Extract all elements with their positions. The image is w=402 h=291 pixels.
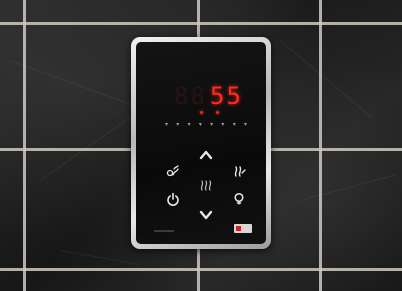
marble-vein	[299, 174, 397, 201]
tile-grout-line	[23, 0, 26, 291]
up-button[interactable]	[197, 146, 215, 164]
indicator-symbol: ▾	[165, 121, 169, 128]
indicator-symbol: ▾	[243, 121, 247, 128]
active-indicator-dots	[194, 111, 234, 115]
fan-button[interactable]	[164, 162, 182, 180]
tile-grout-line	[0, 22, 402, 25]
light-button[interactable]	[230, 190, 248, 208]
down-button[interactable]	[197, 206, 215, 224]
tile-grout-line	[0, 268, 402, 271]
chevron-up-icon	[199, 150, 213, 160]
temperature-readout: 55	[210, 82, 243, 110]
indicator-symbol: ▾	[187, 121, 191, 128]
indicator-symbol: ▾	[221, 121, 225, 128]
sauna-control-panel: 88 55 ▾ ▾ ▾ ▾ ▾ ▾ ▾ ▾	[131, 37, 271, 249]
heat-button[interactable]	[230, 162, 248, 180]
control-panel-face: 88 55 ▾ ▾ ▾ ▾ ▾ ▾ ▾ ▾	[136, 42, 266, 244]
indicator-symbol: ▾	[176, 121, 180, 128]
indicator-symbol: ▾	[198, 121, 202, 128]
inactive-digits: 88	[174, 82, 207, 110]
steam-icon	[200, 180, 212, 191]
status-indicator-row: ▾ ▾ ▾ ▾ ▾ ▾ ▾ ▾	[165, 121, 247, 129]
marble-vein	[9, 60, 142, 109]
indicator-symbol: ▾	[210, 121, 214, 128]
steam-button[interactable]	[197, 176, 215, 194]
chevron-down-icon	[199, 210, 213, 220]
power-button[interactable]	[164, 190, 182, 208]
brand-logo	[234, 224, 252, 233]
light-bulb-icon	[234, 192, 244, 205]
model-label	[154, 230, 174, 232]
indicator-symbol: ▾	[232, 121, 236, 128]
fan-icon	[166, 165, 179, 177]
power-icon	[167, 192, 179, 206]
tile-grout-line	[319, 0, 322, 291]
marble-vein	[279, 40, 373, 119]
marble-vein	[59, 250, 139, 265]
indicator-dot	[216, 111, 219, 114]
led-display: 88 55	[174, 84, 244, 108]
indicator-dot	[200, 111, 203, 114]
heat-waves-icon	[234, 166, 246, 177]
